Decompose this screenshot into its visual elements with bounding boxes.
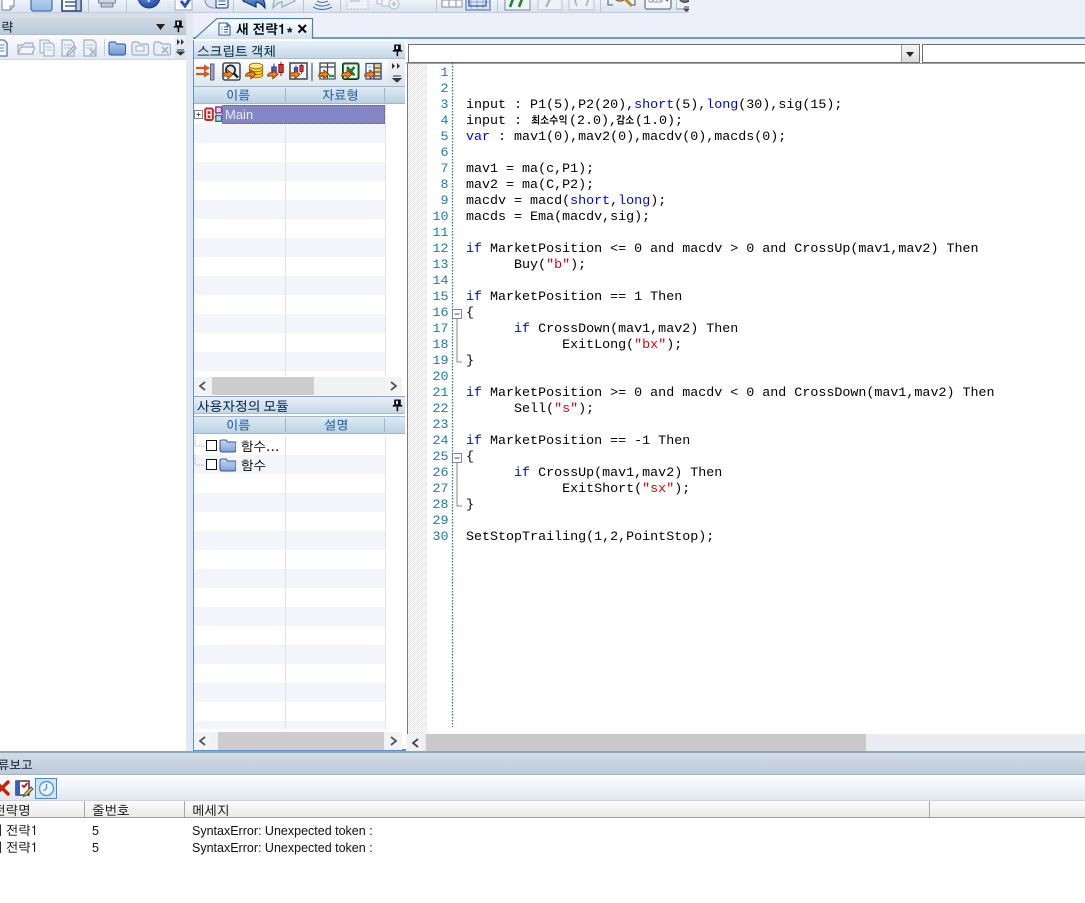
svg-text:?: ? bbox=[145, 0, 153, 5]
svg-text:OK: OK bbox=[650, 0, 662, 3]
